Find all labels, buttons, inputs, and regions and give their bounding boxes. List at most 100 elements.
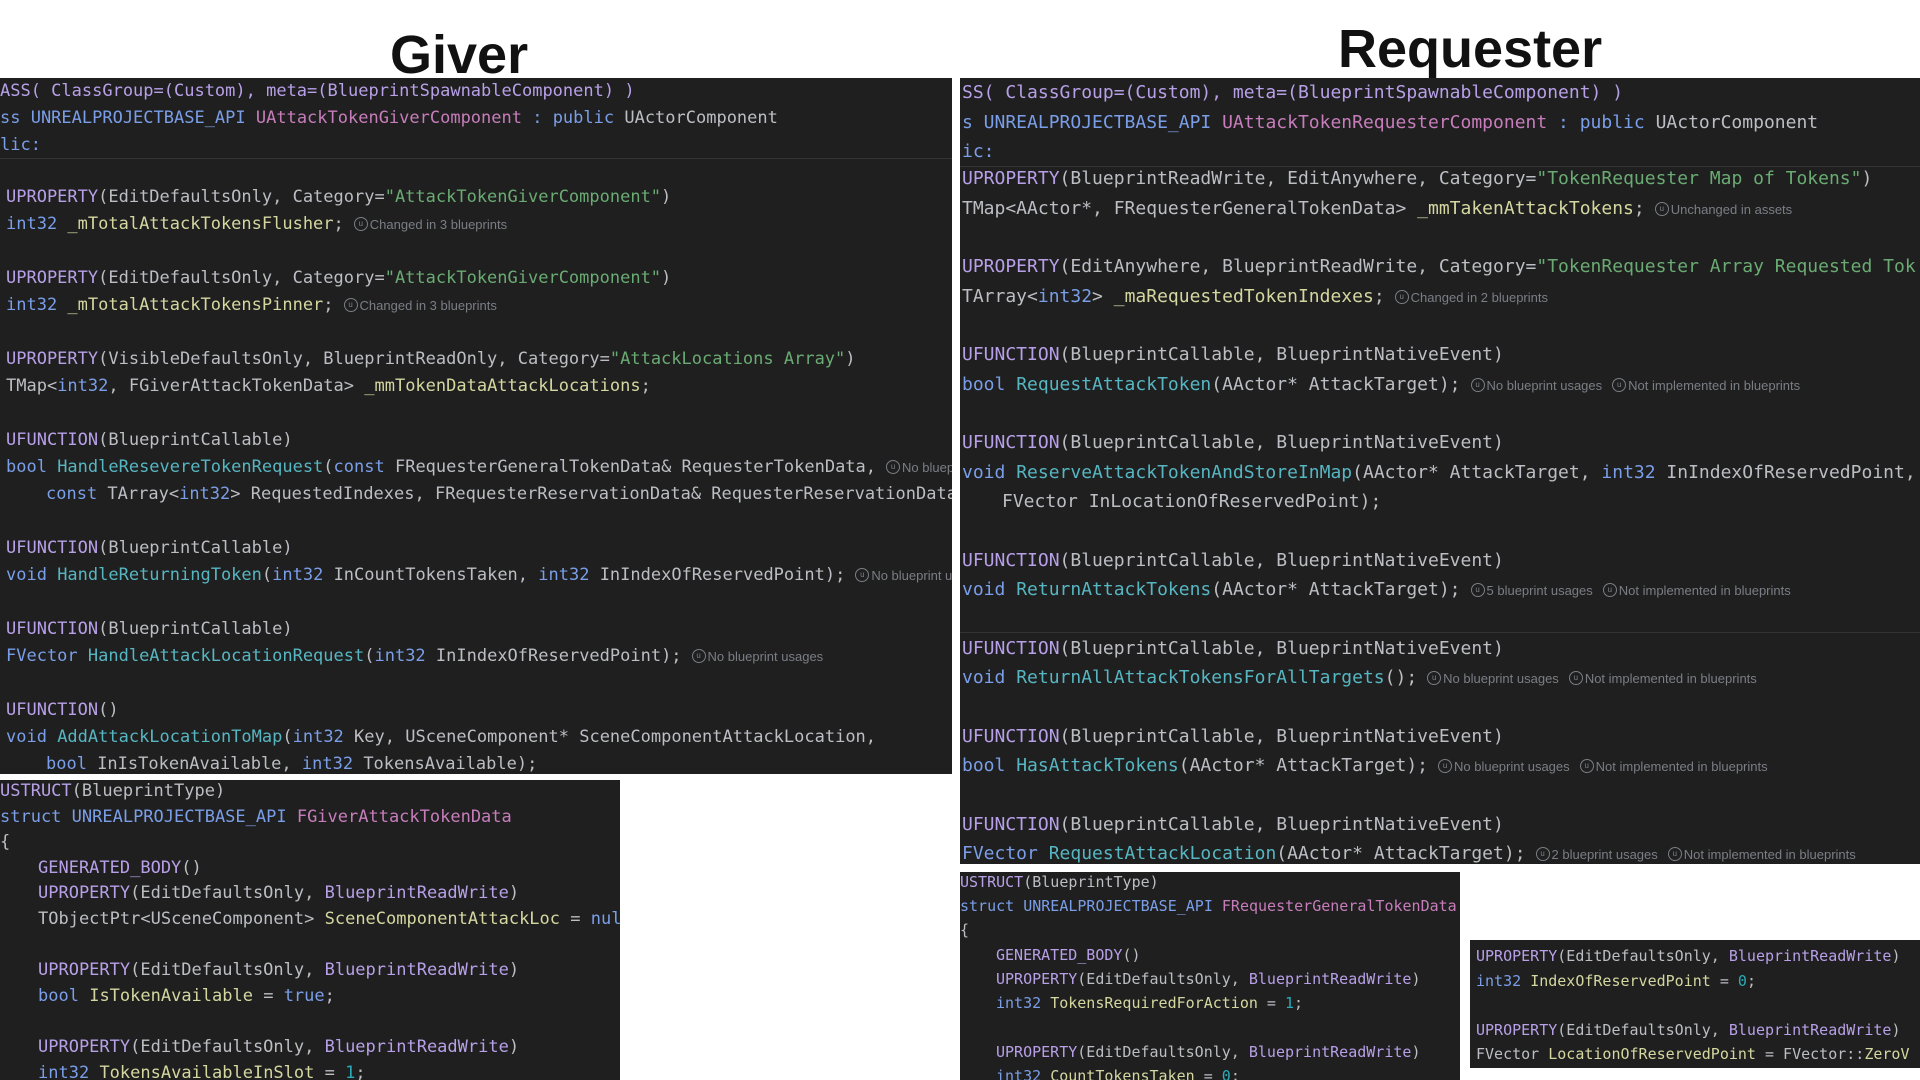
unreal-icon: u — [886, 460, 901, 474]
blueprint-hint[interactable]: Not implemented in blueprints — [1596, 759, 1768, 774]
code-line: int32 _mTotalAttackTokensPinner; u Changed… — [6, 295, 497, 315]
code-line: USTRUCT(BlueprintType) — [960, 873, 1159, 891]
code-line: UPROPERTY(EditDefaultsOnly, Category="At… — [6, 268, 672, 288]
code-line: UPROPERTY(EditDefaultsOnly, Category="At… — [6, 187, 672, 207]
code-line: bool InIsTokenAvailable, int32 TokensAva… — [46, 754, 538, 774]
code-line: ss UNREALPROJECTBASE_API UAttackTokenGiv… — [0, 108, 778, 128]
code-line: TObjectPtr<USceneComponent> SceneCompone… — [38, 909, 620, 929]
blueprint-hint[interactable]: No blueprint — [902, 460, 952, 475]
requester-heading: Requester — [1338, 19, 1603, 79]
code-line: void ReturnAttackTokens(AActor* AttackTa… — [962, 579, 1791, 600]
requester-struct-continuation-panel[interactable]: UPROPERTY(EditDefaultsOnly, BlueprintRea… — [1470, 940, 1920, 1068]
code-line: UFUNCTION(BlueprintCallable, BlueprintNa… — [962, 432, 1504, 453]
code-line: UPROPERTY(BlueprintReadWrite, EditAnywhe… — [962, 168, 1873, 189]
code-line: UPROPERTY(EditDefaultsOnly, BlueprintRea… — [1476, 1021, 1901, 1039]
code-line: struct UNREALPROJECTBASE_API FRequesterG… — [960, 897, 1457, 915]
unreal-icon: u — [1667, 847, 1682, 861]
code-line: FVector RequestAttackLocation(AActor* At… — [962, 843, 1856, 864]
code-line: int32 TokensRequiredForAction = 1; — [996, 994, 1304, 1012]
requester-struct-code-panel[interactable]: USTRUCT(BlueprintType) struct UNREALPROJ… — [960, 872, 1460, 1080]
code-line: UFUNCTION(BlueprintCallable, BlueprintNa… — [962, 638, 1504, 659]
unreal-icon: u — [1535, 847, 1550, 861]
code-line: UPROPERTY(VisibleDefaultsOnly, Blueprint… — [6, 349, 856, 369]
unreal-icon: u — [1394, 290, 1409, 304]
code-line: TMap<AActor*, FRequesterGeneralTokenData… — [962, 198, 1793, 219]
code-line: int32 CountTokensTaken = 0; — [996, 1067, 1240, 1080]
blueprint-hint[interactable]: Unchanged in assets — [1671, 202, 1792, 217]
blueprint-hint[interactable]: Changed in 3 blueprints — [370, 217, 507, 232]
requester-header-code-panel[interactable]: SS( ClassGroup=(Custom), meta=(Blueprint… — [960, 78, 1920, 864]
code-line: s UNREALPROJECTBASE_API UAttackTokenRequ… — [962, 112, 1819, 133]
code-line: lic: — [0, 135, 41, 155]
blueprint-hint[interactable]: No blueprint usages — [1454, 759, 1570, 774]
code-line: const TArray<int32> RequestedIndexes, FR… — [46, 484, 952, 504]
code-line: bool HasAttackTokens(AActor* AttackTarge… — [962, 755, 1768, 776]
code-line: void AddAttackLocationToMap(int32 Key, U… — [6, 727, 877, 747]
unreal-icon: u — [855, 568, 870, 582]
code-line: void HandleReturningToken(int32 InCountT… — [6, 564, 952, 587]
code-line: UPROPERTY(EditDefaultsOnly, BlueprintRea… — [38, 960, 520, 980]
giver-header-code-panel[interactable]: ASS( ClassGroup=(Custom), meta=(Blueprin… — [0, 78, 952, 774]
code-line: UPROPERTY(EditDefaultsOnly, BlueprintRea… — [38, 883, 520, 903]
blueprint-hint[interactable]: 2 blueprint usages — [1552, 847, 1658, 862]
blueprint-hint[interactable]: Not implemented in blueprints — [1619, 583, 1791, 598]
blueprint-hint[interactable]: No blueprint usages — [708, 649, 824, 664]
unreal-icon: u — [1470, 583, 1485, 597]
code-line: UPROPERTY(EditAnywhere, BlueprintReadWri… — [962, 256, 1916, 277]
code-line: void ReserveAttackTokenAndStoreInMap(AAc… — [962, 462, 1916, 483]
unreal-icon: u — [353, 217, 368, 231]
code-line: int32 _mTotalAttackTokensFlusher; u Change… — [6, 214, 508, 234]
code-line: SS( ClassGroup=(Custom), meta=(Blueprint… — [962, 82, 1624, 103]
blueprint-hint[interactable]: No blueprint usages — [1487, 378, 1603, 393]
blueprint-hint[interactable]: Changed in 3 blueprints — [360, 298, 497, 313]
blueprint-hint[interactable]: Not implemented in blueprints — [1628, 378, 1800, 393]
code-line: ic: — [962, 141, 995, 162]
unreal-icon: u — [1470, 378, 1485, 392]
unreal-icon: u — [1612, 378, 1627, 392]
unreal-icon: u — [1602, 583, 1617, 597]
code-line: UFUNCTION(BlueprintCallable) — [6, 538, 293, 558]
code-line: FVector LocationOfReservedPoint = FVecto… — [1476, 1045, 1910, 1063]
unreal-icon: u — [343, 298, 358, 312]
code-line: FVector HandleAttackLocationRequest(int3… — [6, 646, 824, 666]
unreal-icon: u — [1438, 759, 1452, 773]
code-line: UPROPERTY(EditDefaultsOnly, BlueprintRea… — [996, 1043, 1421, 1061]
code-line: UPROPERTY(EditDefaultsOnly, BlueprintRea… — [38, 1037, 520, 1057]
code-line: TMap<int32, FGiverAttackTokenData> _mmTo… — [6, 376, 651, 396]
code-line: ASS( ClassGroup=(Custom), meta=(Blueprin… — [0, 81, 635, 101]
unreal-icon: u — [1427, 671, 1442, 685]
unreal-icon: u — [1654, 202, 1669, 216]
code-line: bool RequestAttackToken(AActor* AttackTa… — [962, 374, 1801, 395]
code-line: { — [0, 832, 11, 852]
code-line: { — [960, 921, 970, 939]
code-line: UPROPERTY(EditDefaultsOnly, BlueprintRea… — [996, 970, 1421, 988]
giver-struct-code-panel[interactable]: USTRUCT(BlueprintType) struct UNREALPROJ… — [0, 780, 620, 1080]
code-line: void ReturnAllAttackTokensForAllTargets(… — [962, 667, 1757, 688]
code-line: GENERATED_BODY() — [38, 858, 202, 878]
giver-heading: Giver — [390, 25, 529, 85]
code-line: UFUNCTION(BlueprintCallable, BlueprintNa… — [962, 814, 1504, 835]
code-line: bool IsTokenAvailable = true; — [38, 986, 335, 1006]
code-line: int32 IndexOfReservedPoint = 0; — [1476, 972, 1756, 990]
code-line: UFUNCTION(BlueprintCallable, BlueprintNa… — [962, 550, 1504, 571]
blueprint-hint[interactable]: 5 blueprint usages — [1487, 583, 1593, 598]
code-line: int32 TokensAvailableInSlot = 1; — [38, 1063, 366, 1080]
code-line: UPROPERTY(EditDefaultsOnly, BlueprintRea… — [1476, 947, 1901, 965]
blueprint-hint[interactable]: No blueprint usages — [1443, 671, 1559, 686]
blueprint-hint[interactable]: Not implemented in blueprints — [1585, 671, 1757, 686]
blueprint-hint[interactable]: No blueprint usag — [871, 568, 952, 583]
blueprint-hint[interactable]: Changed in 2 blueprints — [1411, 290, 1548, 305]
code-line: struct UNREALPROJECTBASE_API FGiverAttac… — [0, 807, 512, 827]
code-line: UFUNCTION(BlueprintCallable) — [6, 619, 293, 639]
unreal-icon: u — [1579, 759, 1594, 773]
code-line: USTRUCT(BlueprintType) — [0, 781, 226, 801]
code-line: UFUNCTION(BlueprintCallable) — [6, 430, 293, 450]
code-line: bool HandleResevereTokenRequest(const FR… — [6, 456, 952, 479]
code-line: UFUNCTION(BlueprintCallable, BlueprintNa… — [962, 344, 1504, 365]
code-line: FVector InLocationOfReservedPoint); — [1002, 491, 1382, 512]
code-line: UFUNCTION(BlueprintCallable, BlueprintNa… — [962, 726, 1504, 747]
unreal-icon: u — [1568, 671, 1583, 685]
blueprint-hint[interactable]: Not implemented in blueprints — [1684, 847, 1856, 862]
code-line: GENERATED_BODY() — [996, 946, 1141, 964]
code-line: TArray<int32> _maRequestedTokenIndexes; u… — [962, 286, 1548, 307]
